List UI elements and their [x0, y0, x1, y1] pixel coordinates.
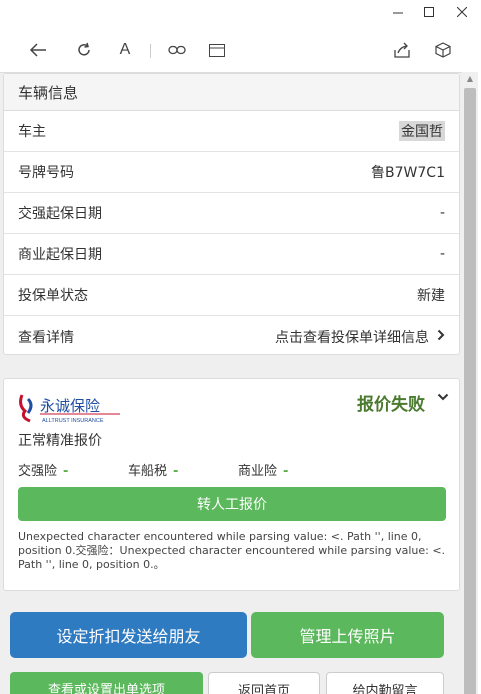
fee-commercial-label: 商业险 [238, 464, 278, 479]
fee-commercial-value: - [283, 464, 289, 479]
commercial-start-row: 商业起保日期 - [4, 234, 459, 275]
plate-value: 鲁B7W7C1 [371, 165, 445, 181]
link-icon[interactable] [165, 38, 189, 62]
leave-message-button[interactable]: 给内勤留言 [326, 672, 444, 694]
owner-value: 金国哲 [399, 121, 445, 141]
scroll-up-icon[interactable]: ▲ [464, 74, 476, 86]
policy-status-value: 新建 [417, 288, 445, 304]
cube-icon[interactable] [431, 38, 455, 62]
minimize-icon[interactable] [383, 2, 413, 22]
commercial-start-label: 商业起保日期 [18, 247, 102, 263]
owner-row: 车主 金国哲 [4, 111, 459, 152]
manual-quote-button[interactable]: 转人工报价 [18, 487, 446, 521]
fee-commercial: 商业险 - [238, 460, 288, 479]
view-details-link[interactable]: 点击查看投保单详细信息 [275, 327, 445, 347]
fee-compulsory-label: 交强险 [18, 464, 58, 479]
fee-vessel-tax-label: 车船税 [128, 464, 168, 479]
policy-status-row: 投保单状态 新建 [4, 275, 459, 316]
back-home-button[interactable]: 返回首页 [208, 672, 320, 694]
font-size-icon[interactable]: A [113, 38, 137, 62]
chevron-down-icon[interactable] [437, 389, 449, 405]
view-details-text[interactable]: 点击查看投保单详细信息 [275, 327, 429, 347]
fee-vessel-tax-value: - [173, 464, 179, 479]
maximize-icon[interactable] [414, 2, 444, 22]
compulsory-start-value: - [439, 205, 445, 221]
back-arrow-icon[interactable] [26, 38, 50, 62]
quote-type: 正常精准报价 [18, 433, 102, 449]
chevron-right-icon[interactable] [437, 329, 445, 345]
view-details-row[interactable]: 查看详情 点击查看投保单详细信息 [4, 316, 459, 357]
commercial-start-value: - [439, 246, 445, 262]
fee-compulsory: 交强险 - [18, 460, 68, 479]
company-logo: 永诚保险 ALLTRUST INSURANCE [16, 391, 126, 425]
toolbar-separator [150, 44, 151, 58]
fee-compulsory-value: - [63, 464, 69, 479]
quote-card: 永诚保险 ALLTRUST INSURANCE 报价失败 正常精准报价 交强险 -… [3, 378, 460, 591]
view-details-label: 查看详情 [18, 329, 74, 346]
view-settings-button[interactable]: 查看或设置出单选项 [10, 672, 203, 694]
vertical-scrollbar[interactable]: ▲ [462, 72, 478, 694]
window-titlebar [0, 0, 481, 24]
share-icon[interactable] [390, 38, 414, 62]
scrollbar-thumb[interactable] [464, 88, 476, 694]
vehicle-info-header: 车辆信息 [4, 74, 459, 111]
error-message: Unexpected character encountered while p… [18, 530, 446, 571]
upload-photos-button[interactable]: 管理上传照片 [251, 612, 444, 658]
svg-text:ALLTRUST INSURANCE: ALLTRUST INSURANCE [42, 418, 104, 424]
policy-status-label: 投保单状态 [18, 288, 88, 304]
fee-vessel-tax: 车船税 - [128, 460, 178, 479]
vehicle-info-card: 车辆信息 车主 金国哲 号牌号码 鲁B7W7C1 交强起保日期 - 商业起保日期… [3, 73, 460, 355]
page-viewport[interactable]: 车辆信息 车主 金国哲 号牌号码 鲁B7W7C1 交强起保日期 - 商业起保日期… [0, 72, 462, 694]
browser-toolbar: A [0, 28, 481, 72]
plate-row: 号牌号码 鲁B7W7C1 [4, 152, 459, 193]
svg-text:永诚保险: 永诚保险 [40, 397, 100, 415]
window-icon[interactable] [205, 38, 229, 62]
compulsory-start-label: 交强起保日期 [18, 206, 102, 222]
compulsory-start-row: 交强起保日期 - [4, 193, 459, 234]
owner-label: 车主 [18, 124, 46, 140]
plate-label: 号牌号码 [18, 165, 74, 181]
refresh-icon[interactable] [72, 38, 96, 62]
close-icon[interactable] [447, 2, 477, 22]
share-discount-button[interactable]: 设定折扣发送给朋友 [10, 612, 247, 658]
quote-status: 报价失败 [357, 395, 425, 415]
